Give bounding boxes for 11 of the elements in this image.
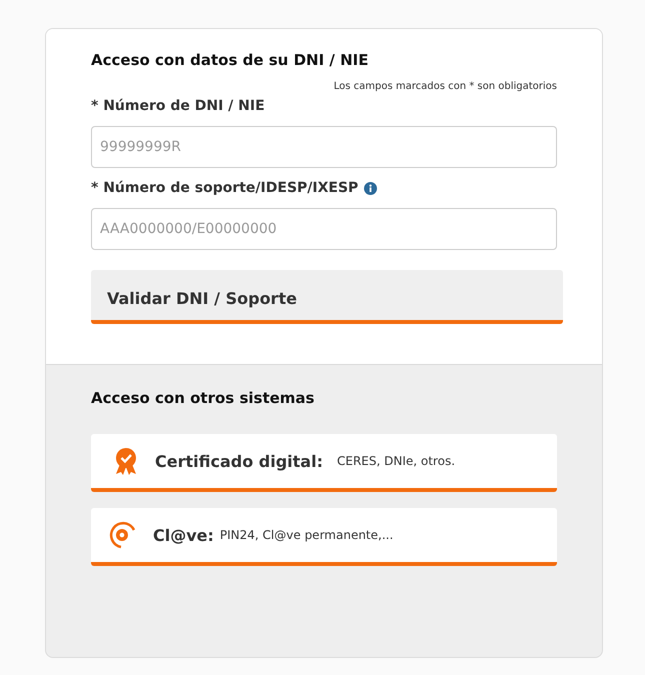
input-field[interactable]: AAA0000000/E00000000 [91, 208, 557, 250]
input-field[interactable]: 99999999R [91, 126, 557, 168]
required-note: Los campos marcados con * son obligatorios [334, 81, 557, 92]
validate-button[interactable]: Validar DNI / Soporte [91, 270, 563, 324]
field-label: * Número de DNI / NIE [91, 98, 265, 114]
field-label: * Número de soporte/IDESP/IXESP [91, 180, 358, 196]
section-title: Acceso con otros sistemas [91, 389, 316, 407]
section-title: Acceso con datos de su DNI / NIE [91, 51, 370, 69]
login-option-button[interactable]: Certificado digital: CERES, DNIe, otros. [91, 434, 557, 492]
login-option-button[interactable]: Cl@ve: PIN24, Cl@ve permanente,... [91, 508, 557, 566]
info-icon[interactable] [364, 182, 378, 194]
